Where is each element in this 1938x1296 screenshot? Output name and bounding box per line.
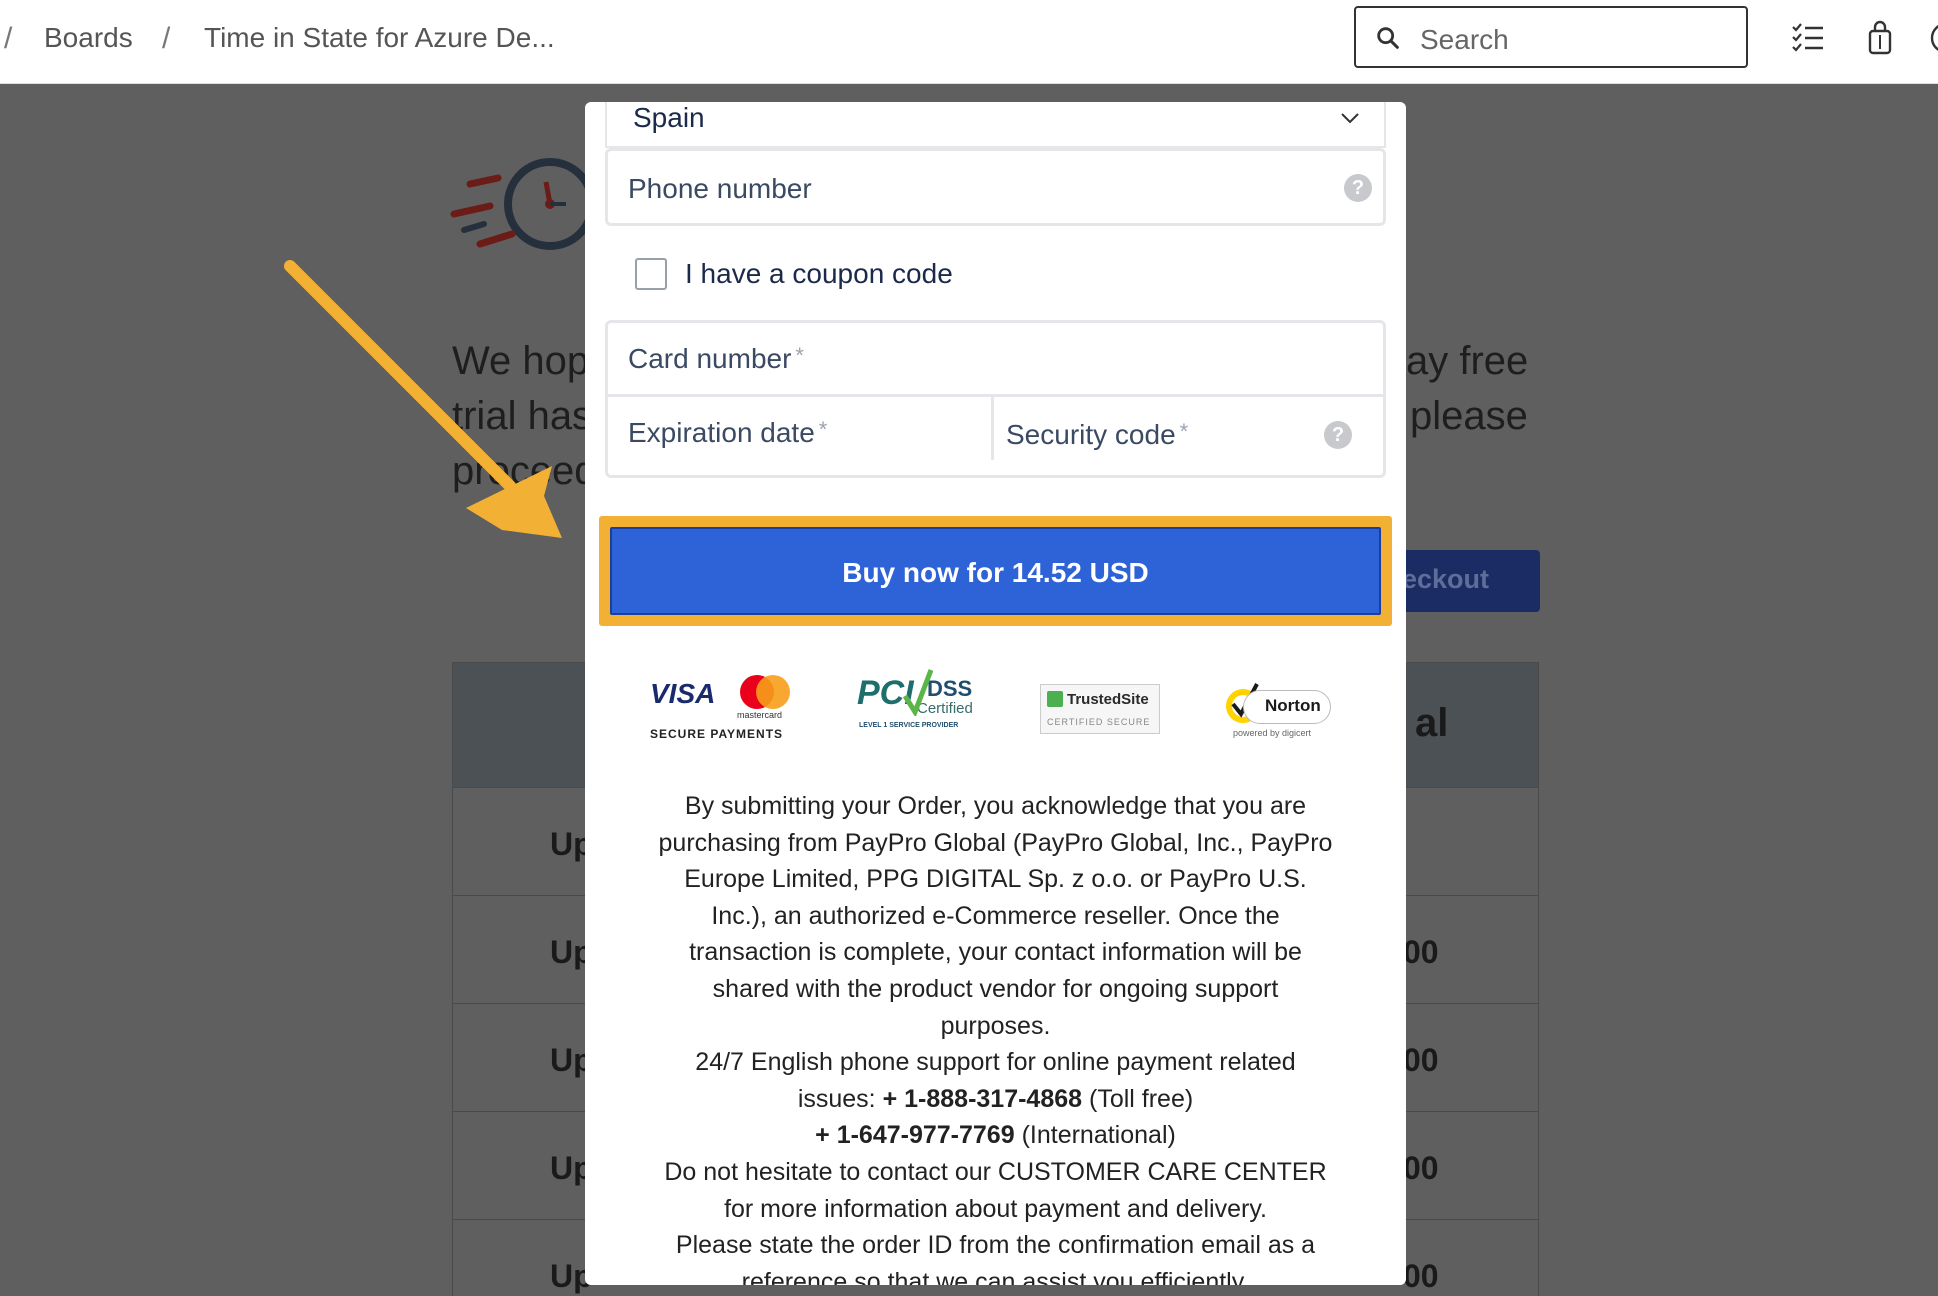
pci-dss-badge: PCI DSS Certified LEVEL 1 SERVICE PROVID… <box>855 668 977 734</box>
row-value: 00 <box>1403 1258 1439 1294</box>
help-icon[interactable]: ? <box>1324 421 1352 449</box>
table-header-text: al <box>1415 701 1449 745</box>
trustedsite-text: TrustedSite <box>1067 691 1149 708</box>
security-code-field[interactable]: Security code * ? <box>994 397 1383 475</box>
shopping-bag-icon[interactable] <box>1862 20 1898 56</box>
visa-logo: VISA <box>650 678 716 709</box>
expiration-date-field[interactable]: Expiration date * <box>608 397 991 475</box>
order-id-paragraph: Please state the order ID from the confi… <box>675 1231 1316 1285</box>
coupon-label[interactable]: I have a coupon code <box>685 258 953 290</box>
mastercard-text: mastercard <box>737 710 783 720</box>
coupon-checkbox[interactable] <box>635 258 667 290</box>
help-icon[interactable]: ? <box>1344 174 1372 202</box>
buy-now-button[interactable]: Buy now for 14.52 USD <box>610 527 1381 615</box>
check-icon <box>1047 691 1063 707</box>
phone-number-field[interactable]: Phone number ? <box>605 148 1386 226</box>
international-phone[interactable]: + 1-647-977-7769 <box>815 1121 1014 1149</box>
dss-text: DSS <box>927 676 973 701</box>
security-badges: VISA mastercard SECURE PAYMENTS PCI DSS … <box>585 662 1406 742</box>
support-paragraph: 24/7 English phone support for online pa… <box>695 1048 1296 1113</box>
country-value: Spain <box>633 102 705 133</box>
powered-by-text: powered by digicert <box>1233 728 1312 738</box>
breadcrumb-separator: / <box>162 22 171 55</box>
norton-badge: Norton powered by digicert <box>1221 680 1333 740</box>
payment-modal: Spain Phone number ? I have a coupon cod… <box>585 102 1406 1285</box>
buy-now-label: Buy now for 14.52 USD <box>842 557 1149 588</box>
row-value: 00 <box>1403 934 1439 970</box>
legal-paragraph: By submitting your Order, you acknowledg… <box>658 792 1333 1040</box>
background-checkout-label: eckout <box>1402 564 1490 594</box>
row-value: 00 <box>1403 1150 1439 1186</box>
breadcrumb-separator: / <box>4 22 13 55</box>
tollfree-phone[interactable]: + 1-888-317-4868 <box>883 1085 1082 1113</box>
secure-payments-label: SECURE PAYMENTS <box>650 727 784 741</box>
norton-text: Norton <box>1265 696 1321 715</box>
phone-number-placeholder: Phone number <box>628 173 812 204</box>
row-value: 00 <box>1403 1042 1439 1078</box>
customer-care-paragraph: Do not hesitate to contact our CUSTOMER … <box>664 1157 1327 1223</box>
background-checkout-button: eckout <box>1390 550 1540 612</box>
chevron-down-icon <box>1341 113 1359 124</box>
search-placeholder: Search <box>1420 24 1509 55</box>
trustedsite-badge: TrustedSite CERTIFIED SECURE <box>1040 684 1160 734</box>
search-input[interactable]: Search <box>1354 6 1748 68</box>
search-icon <box>1377 27 1399 49</box>
top-bar: / Boards / Time in State for Azure De...… <box>0 0 1938 84</box>
mastercard-logo-icon <box>740 675 790 709</box>
security-code-label: Security code * <box>1006 419 1189 450</box>
card-number-field[interactable]: Card number * <box>608 323 1383 394</box>
card-number-label: Card number * <box>628 343 804 374</box>
pci-subtitle: LEVEL 1 SERVICE PROVIDER <box>859 722 959 729</box>
help-icon[interactable] <box>1928 20 1938 56</box>
breadcrumb-boards[interactable]: Boards <box>44 22 133 54</box>
certified-secure-text: CERTIFIED SECURE <box>1047 717 1151 727</box>
country-select[interactable]: Spain <box>605 102 1386 148</box>
expiration-date-label: Expiration date * <box>628 417 828 448</box>
background-text: please <box>1410 394 1528 438</box>
background-text: ay free <box>1406 339 1529 383</box>
legal-notice: By submitting your Order, you acknowledg… <box>655 788 1336 1285</box>
international-phone-line: + 1-647-977-7769 (International) <box>815 1121 1176 1150</box>
annotation-arrow-icon <box>284 260 562 538</box>
breadcrumb-current-page[interactable]: Time in State for Azure De... <box>204 22 555 54</box>
checklist-icon[interactable] <box>1790 20 1826 56</box>
checkmark-icon <box>903 669 933 716</box>
